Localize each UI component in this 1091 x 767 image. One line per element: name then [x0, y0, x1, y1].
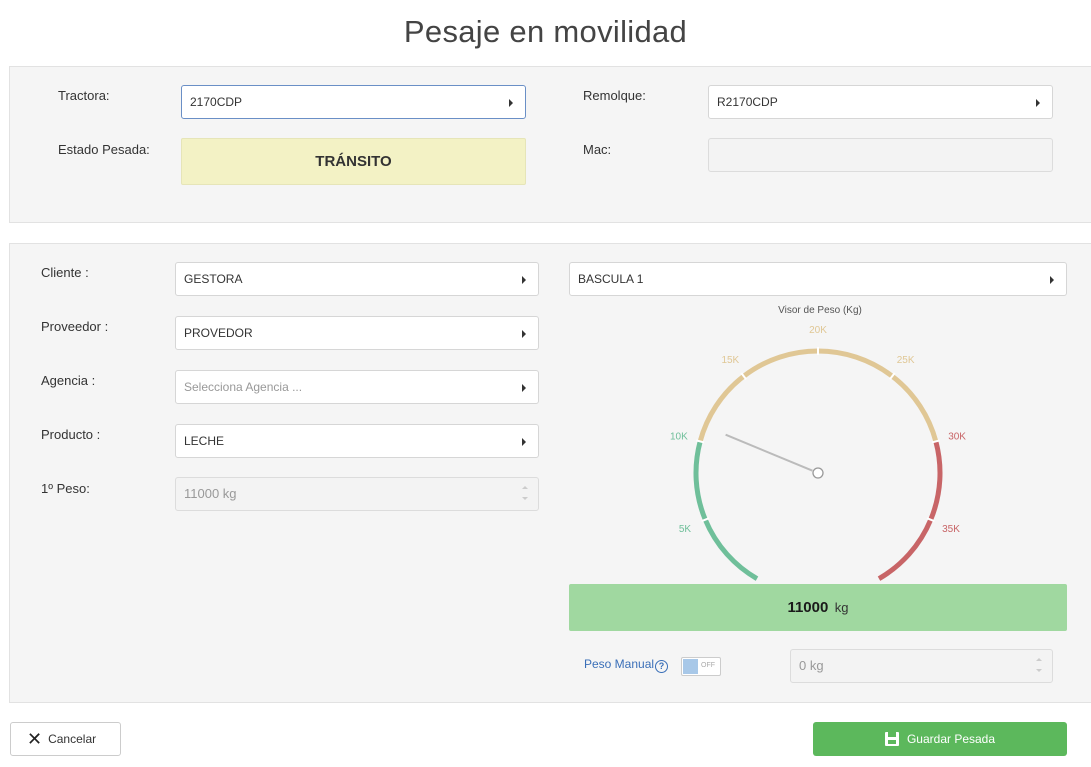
- producto-label: Producto :: [41, 427, 101, 442]
- gauge-tick-label: 30K: [948, 432, 966, 443]
- caret-right-icon: [1050, 276, 1054, 284]
- cliente-value: GESTORA: [184, 272, 243, 286]
- gauge-hub: [812, 467, 824, 479]
- weight-value: 11000: [787, 599, 829, 616]
- peso-manual-toggle[interactable]: OFF: [681, 657, 721, 676]
- gauge-tick-label: 10K: [670, 432, 688, 443]
- gauge-band-0: [693, 440, 759, 581]
- spinner-icon: [522, 484, 530, 504]
- gauge-band-2: [877, 440, 943, 581]
- estado-label: Estado Pesada:: [58, 142, 150, 157]
- agencia-select[interactable]: Selecciona Agencia ...: [175, 370, 539, 404]
- estado-status-badge: TRÁNSITO: [181, 138, 526, 185]
- cliente-label: Cliente :: [41, 265, 89, 280]
- weight-gauge: 05K10K15K20K25K30K35K40K: [670, 325, 966, 581]
- bascula-select[interactable]: BASCULA 1: [569, 262, 1067, 296]
- close-icon: ✕: [27, 729, 43, 749]
- remolque-label: Remolque:: [583, 88, 646, 103]
- peso1-input: 11000 kg: [175, 477, 539, 511]
- remolque-select[interactable]: R2170CDP: [708, 85, 1053, 119]
- mac-label: Mac:: [583, 142, 612, 157]
- gauge-tick-label: 25K: [897, 355, 915, 366]
- caret-right-icon: [522, 384, 526, 392]
- caret-right-icon: [1036, 99, 1040, 107]
- gauge-title: Visor de Peso (Kg): [778, 305, 862, 316]
- peso-manual-text: Peso Manual: [584, 657, 655, 671]
- mac-field: [708, 138, 1053, 172]
- cancel-label: Cancelar: [48, 732, 97, 746]
- page-title: Pesaje en movilidad: [403, 14, 688, 49]
- cancel-button[interactable]: ✕ Cancelar: [10, 722, 121, 756]
- bascula-value: BASCULA 1: [578, 272, 644, 286]
- gauge-tick-label: 5K: [679, 524, 692, 535]
- proveedor-select[interactable]: PROVEDOR: [175, 316, 539, 350]
- save-icon: [884, 732, 899, 746]
- spinner-icon: [1036, 656, 1044, 676]
- weight-unit: kg: [834, 600, 849, 615]
- tractora-select[interactable]: 2170CDP: [181, 85, 526, 119]
- toggle-knob: [683, 659, 698, 674]
- weight-display: 11000 kg: [569, 584, 1067, 631]
- agencia-placeholder: Selecciona Agencia ...: [184, 380, 303, 394]
- agencia-label: Agencia :: [41, 373, 96, 388]
- peso-manual-label: Peso Manual?: [584, 657, 669, 673]
- tractora-label: Tractora:: [58, 88, 110, 103]
- caret-right-icon: [522, 438, 526, 446]
- proveedor-value: PROVEDOR: [184, 326, 253, 340]
- tractora-value: 2170CDP: [190, 95, 243, 109]
- gauge-tick-label: 20K: [809, 325, 827, 336]
- toggle-state-text: OFF: [701, 662, 715, 669]
- help-icon[interactable]: ?: [655, 660, 669, 673]
- caret-right-icon: [522, 276, 526, 284]
- caret-right-icon: [522, 330, 526, 338]
- remolque-value: R2170CDP: [717, 95, 778, 109]
- gauge-tick-label: 35K: [942, 524, 960, 535]
- producto-select[interactable]: LECHE: [175, 424, 539, 458]
- gauge-tick-label: 15K: [721, 355, 739, 366]
- proveedor-label: Proveedor :: [41, 319, 109, 334]
- producto-value: LECHE: [184, 434, 225, 448]
- caret-right-icon: [509, 99, 513, 107]
- peso1-label: 1º Peso:: [41, 481, 90, 496]
- peso-manual-value: 0 kg: [799, 658, 824, 673]
- cliente-select[interactable]: GESTORA: [175, 262, 539, 296]
- gauge-needle: [725, 433, 813, 472]
- save-button[interactable]: Guardar Pesada: [813, 722, 1067, 756]
- peso-manual-input: 0 kg: [790, 649, 1053, 683]
- save-label: Guardar Pesada: [906, 732, 996, 746]
- peso1-value: 11000 kg: [184, 486, 237, 501]
